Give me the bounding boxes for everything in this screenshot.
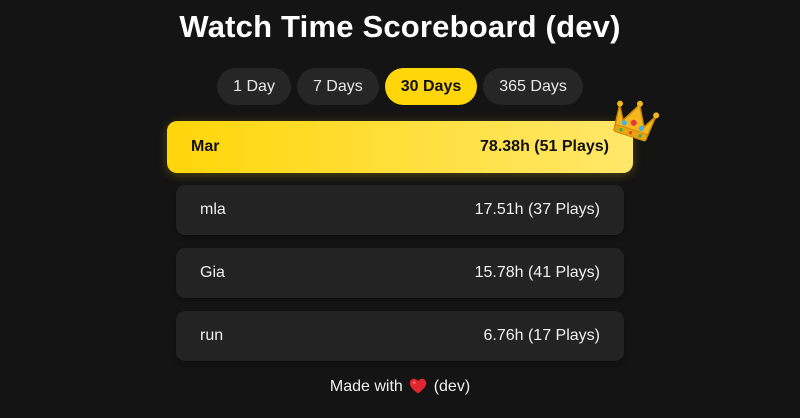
- heart-icon: [410, 378, 427, 394]
- footer: Made with (dev): [0, 376, 800, 398]
- footer-prefix: Made with: [329, 378, 403, 395]
- leaderboard-row-first[interactable]: Mar 78.38h (51 Plays): [167, 121, 633, 173]
- scoreboard-page: Watch Time Scoreboard (dev) 1 Day 7 Days…: [0, 0, 800, 418]
- page-title: Watch Time Scoreboard (dev): [179, 9, 621, 44]
- player-stat: 15.78h (41 Plays): [474, 264, 600, 281]
- player-name: run: [200, 327, 224, 344]
- player-name: Mar: [191, 138, 220, 155]
- player-name: Gia: [200, 264, 225, 281]
- player-stat: 17.51h (37 Plays): [474, 201, 600, 218]
- player-stat: 78.38h (51 Plays): [480, 138, 609, 155]
- leaderboard-row[interactable]: run 6.76h (17 Plays): [176, 311, 624, 361]
- tab-1-day[interactable]: 1 Day: [217, 68, 291, 105]
- footer-suffix: (dev): [433, 378, 471, 395]
- player-name: mla: [200, 201, 226, 218]
- tab-7-days[interactable]: 7 Days: [296, 68, 379, 105]
- tab-365-days[interactable]: 365 Days: [483, 68, 583, 105]
- leaderboard-row[interactable]: mla 17.51h (37 Plays): [176, 185, 624, 235]
- player-stat: 6.76h (17 Plays): [483, 327, 600, 344]
- tab-30-days[interactable]: 30 Days: [384, 68, 478, 105]
- time-range-tabs: 1 Day 7 Days 30 Days 365 Days: [0, 68, 800, 105]
- leaderboard-row[interactable]: Gia 15.78h (41 Plays): [176, 248, 624, 298]
